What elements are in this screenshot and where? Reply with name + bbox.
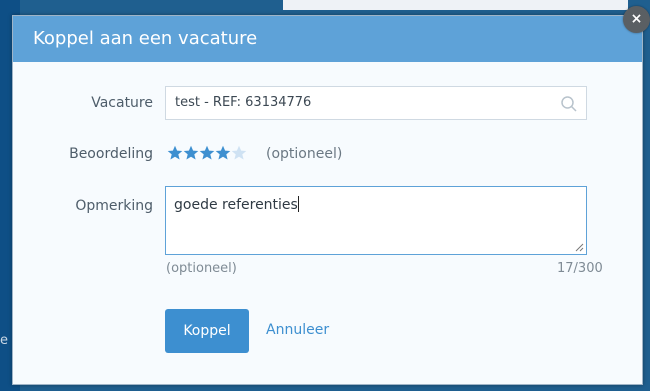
- rating-hint: (optioneel): [266, 146, 343, 162]
- char-counter: 17/300: [557, 261, 603, 276]
- modal-title: Koppel aan een vacature: [13, 16, 642, 62]
- opmerking-value: goede referenties: [174, 197, 298, 213]
- star-icon[interactable]: [183, 145, 199, 161]
- vacature-input[interactable]: test - REF: 63134776: [165, 86, 587, 120]
- text-cursor: [297, 196, 299, 212]
- star-icon[interactable]: [231, 145, 247, 161]
- close-icon[interactable]: ×: [623, 6, 650, 33]
- star-icon[interactable]: [199, 145, 215, 161]
- resize-handle-icon[interactable]: [575, 243, 584, 252]
- beoordeling-label: Beoordeling: [69, 146, 153, 162]
- vacature-value: test - REF: 63134776: [175, 95, 312, 110]
- vacature-label: Vacature: [91, 95, 153, 111]
- rating-stars[interactable]: [167, 145, 247, 161]
- opmerking-hint: (optioneel): [166, 261, 237, 276]
- opmerking-label: Opmerking: [75, 198, 153, 214]
- background-text: e: [0, 333, 8, 348]
- star-icon[interactable]: [215, 145, 231, 161]
- background-strip: [283, 0, 628, 10]
- koppel-modal: Koppel aan een vacature Vacature test - …: [12, 15, 643, 385]
- annuleer-link[interactable]: Annuleer: [266, 322, 329, 338]
- koppel-button[interactable]: Koppel: [165, 309, 249, 353]
- star-icon[interactable]: [167, 145, 183, 161]
- opmerking-textarea[interactable]: goede referenties: [165, 186, 587, 255]
- search-icon[interactable]: [560, 95, 578, 113]
